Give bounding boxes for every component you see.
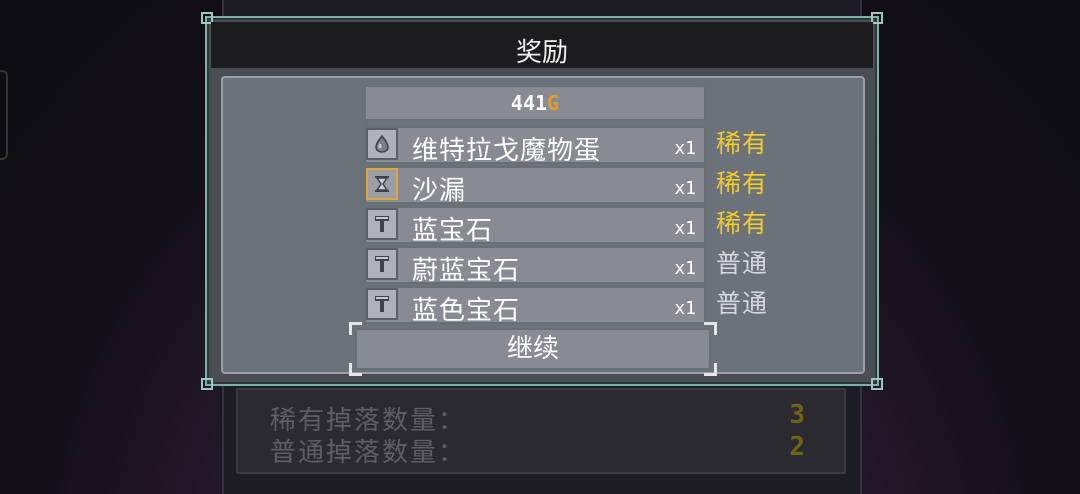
dialog-title: 奖励	[515, 38, 568, 68]
rarity-label: 普通	[716, 249, 769, 278]
reward-item: 维特拉戈魔物蛋 x1	[364, 126, 706, 166]
selection-corner	[349, 322, 362, 335]
gold-unit: G	[547, 91, 560, 115]
rarity-label: 稀有	[716, 129, 769, 158]
item-quantity: x1	[674, 218, 696, 239]
dialog-corner	[871, 378, 883, 390]
rarity-label: 普通	[716, 289, 769, 318]
common-drop-count-row: 普通掉落数量： 2	[270, 432, 815, 468]
dialog-corner	[201, 378, 213, 390]
hammer-icon	[366, 288, 398, 320]
item-quantity: x1	[674, 178, 696, 199]
stat-value: 3	[789, 400, 807, 430]
continue-label: 继续	[506, 334, 559, 364]
selection-corner	[349, 363, 362, 376]
reward-list: 441G 维特拉戈魔物蛋 x1 稀有 沙漏 x1 稀有 蓝宝石 x1 稀有 蔚蓝…	[221, 76, 865, 376]
reward-item: 沙漏 x1	[364, 166, 706, 206]
item-name: 蓝宝石	[412, 216, 494, 246]
item-name: 蓝色宝石	[412, 296, 521, 326]
gold-reward: 441G	[364, 85, 706, 121]
gold-amount: 441	[510, 91, 548, 115]
reward-item: 蔚蓝宝石 x1	[364, 246, 706, 286]
reward-item: 蓝色宝石 x1	[364, 286, 706, 326]
stat-value: 2	[789, 432, 807, 462]
side-tab	[0, 70, 8, 160]
item-name: 蔚蓝宝石	[412, 256, 521, 286]
stat-label: 普通掉落数量：	[270, 438, 467, 468]
reward-dialog: 奖励 441G 维特拉戈魔物蛋 x1 稀有 沙漏 x1 稀有 蓝宝石 x1 稀有…	[201, 12, 883, 390]
item-quantity: x1	[674, 298, 696, 319]
dialog-title-bar: 奖励	[211, 22, 873, 68]
hammer-icon	[366, 248, 398, 280]
hammer-icon	[366, 208, 398, 240]
egg-icon	[366, 128, 398, 160]
selection-corner	[704, 322, 717, 335]
rare-drop-count-row: 稀有掉落数量： 3	[270, 400, 815, 436]
reward-item: 蓝宝石 x1	[364, 206, 706, 246]
item-name: 沙漏	[412, 176, 467, 206]
item-name: 维特拉戈魔物蛋	[412, 136, 602, 166]
rarity-label: 稀有	[716, 209, 769, 238]
continue-button[interactable]: 继续	[349, 322, 717, 376]
item-quantity: x1	[674, 138, 696, 159]
selection-corner	[704, 363, 717, 376]
hourglass-icon	[366, 168, 398, 200]
item-quantity: x1	[674, 258, 696, 279]
rarity-label: 稀有	[716, 169, 769, 198]
